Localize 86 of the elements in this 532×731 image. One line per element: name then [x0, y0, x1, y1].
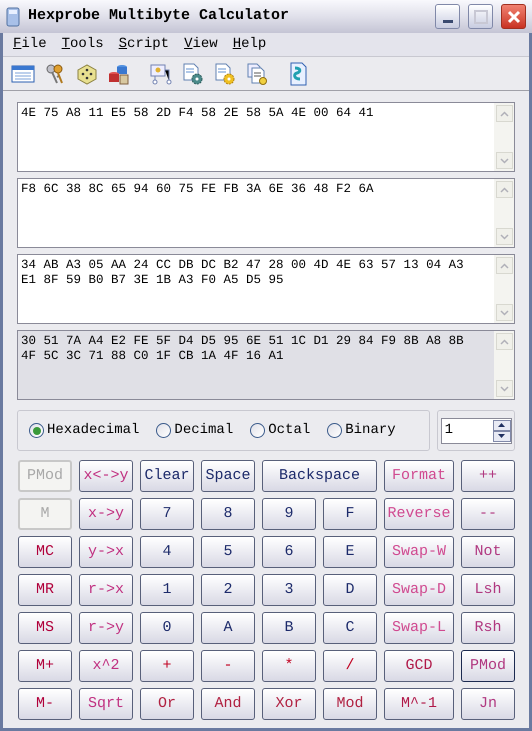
calculator-key[interactable]: x<->y — [79, 460, 133, 492]
app-icon — [6, 6, 20, 26]
window-title: Hexprobe Multibyte Calculator — [28, 6, 290, 26]
hex-text-line: 30 51 7A A4 E2 FE 5F D4 D5 95 6E 51 1C D1 29 84 F9 8B A8 8B — [21, 334, 465, 349]
calculator-key[interactable]: Backspace — [262, 460, 377, 492]
calculator-key[interactable]: r->x — [79, 574, 133, 606]
maximize-button[interactable] — [468, 4, 493, 29]
calculator-key[interactable]: And — [201, 688, 255, 720]
calculator-key[interactable]: * — [262, 650, 316, 682]
calculator-key[interactable]: 0 — [140, 612, 194, 644]
close-button[interactable] — [501, 4, 526, 29]
calculator-key[interactable]: Lsh — [461, 574, 515, 606]
calculator-key[interactable]: Xor — [262, 688, 316, 720]
calculator-key[interactable]: F — [323, 498, 377, 530]
calculator-key[interactable]: M- — [18, 688, 72, 720]
calculator-key[interactable]: Sqrt — [79, 688, 133, 720]
document-gear-icon[interactable] — [181, 62, 205, 86]
hex-text-area[interactable]: 30 51 7A A4 E2 FE 5F D4 D5 95 6E 51 1C D1 29 84 F9 8B A8 8B 4F 5C 3C 71 88 C0 1F CB 1A 4F 16 A1 — [17, 330, 515, 400]
count-spinner[interactable]: 1 — [440, 418, 512, 444]
calculator-key[interactable]: B — [262, 612, 316, 644]
calculator-key[interactable]: -- — [461, 498, 515, 530]
calculator-key[interactable]: Mod — [323, 688, 377, 720]
hex-text-line: 4E 75 A8 11 E5 58 2D F4 58 2E 58 5A 4E 00 64 41 — [21, 106, 375, 121]
menu-item[interactable]: Script — [118, 34, 170, 55]
calculator-key[interactable]: C — [323, 612, 377, 644]
dice-icon[interactable] — [75, 62, 99, 86]
calculator-key[interactable]: E — [323, 536, 377, 568]
calculator-key[interactable]: 8 — [201, 498, 255, 530]
hex-text-area[interactable]: 34 AB A3 05 AA 24 CC DB DC B2 47 28 00 4D 4E 63 57 13 04 A3 E1 8F 59 B0 B7 3E 1B A3 F0 A5 D5 95 — [17, 254, 515, 324]
hex-text-line: E1 8F 59 B0 B7 3E 1B A3 F0 A5 D5 95 — [21, 273, 285, 288]
calculator-key[interactable]: Rsh — [461, 612, 515, 644]
calculator-key[interactable]: M^-1 — [384, 688, 454, 720]
calculator-key[interactable]: PMod — [461, 650, 515, 682]
calculator-key[interactable]: Or — [140, 688, 194, 720]
calculator-key[interactable]: Format — [384, 460, 454, 492]
calculator-key[interactable]: ++ — [461, 460, 515, 492]
hex-text-line: F8 6C 38 8C 65 94 60 75 FE FB 3A 6E 36 48 F2 6A — [21, 182, 375, 197]
calculator-key[interactable]: D — [323, 574, 377, 606]
calculator-key[interactable]: - — [201, 650, 255, 682]
calculator-key[interactable]: Swap-D — [384, 574, 454, 606]
calculator-key[interactable]: 5 — [201, 536, 255, 568]
calculator-key[interactable]: MS — [18, 612, 72, 644]
calculator-key[interactable]: + — [140, 650, 194, 682]
calculator-key[interactable]: x^2 — [79, 650, 133, 682]
calculator-key[interactable]: x->y — [79, 498, 133, 530]
document-gear-icon[interactable] — [213, 62, 237, 86]
calculator-key[interactable]: GCD — [384, 650, 454, 682]
menu-item[interactable]: File — [13, 34, 47, 55]
calculator-key[interactable]: 7 — [140, 498, 194, 530]
hex-text-line: 34 AB A3 05 AA 24 CC DB DC B2 47 28 00 4D 4E 63 57 13 04 A3 — [21, 258, 465, 273]
calculator-key[interactable]: MC — [18, 536, 72, 568]
calculator-key[interactable]: Reverse — [384, 498, 454, 530]
hex-text-area[interactable]: 4E 75 A8 11 E5 58 2D F4 58 2E 58 5A 4E 00 64 41 — [17, 102, 515, 172]
calculator-key[interactable]: 1 — [140, 574, 194, 606]
calculator-key[interactable]: A — [201, 612, 255, 644]
radix-radio[interactable]: Decimal — [156, 420, 234, 441]
calculator-key[interactable]: Space — [201, 460, 255, 492]
calculator-key[interactable]: 4 — [140, 536, 194, 568]
menu-item[interactable]: View — [184, 34, 218, 55]
calculator-key[interactable]: M+ — [18, 650, 72, 682]
calculator-key[interactable]: 3 — [262, 574, 316, 606]
radix-radio[interactable]: Octal — [250, 420, 310, 441]
calculator-key[interactable]: 6 — [262, 536, 316, 568]
menu-item[interactable]: Help — [232, 34, 266, 55]
spin-up-icon[interactable] — [492, 420, 511, 430]
calculator-key[interactable]: 9 — [262, 498, 316, 530]
radix-radio[interactable]: Binary — [327, 420, 396, 441]
calculator-key[interactable]: Swap-W — [384, 536, 454, 568]
calculator-key[interactable]: 2 — [201, 574, 255, 606]
hex-text-area[interactable]: F8 6C 38 8C 65 94 60 75 FE FB 3A 6E 36 48 F2 6A — [17, 178, 515, 248]
calculator-key[interactable]: Swap-L — [384, 612, 454, 644]
radix-radio[interactable]: Hexadecimal — [29, 420, 140, 441]
calculator-key[interactable]: Jn — [461, 688, 515, 720]
calculator-key[interactable]: r->y — [79, 612, 133, 644]
diagram-icon[interactable] — [149, 62, 173, 86]
menu-item[interactable]: Tools — [62, 34, 104, 55]
close-icon[interactable] — [506, 10, 520, 24]
calculator-key[interactable]: Clear — [140, 460, 194, 492]
calculator-key[interactable]: / — [323, 650, 377, 682]
calculator-key[interactable]: Not — [461, 536, 515, 568]
spin-down-icon[interactable] — [492, 430, 511, 442]
minimize-button[interactable] — [435, 4, 460, 29]
hex-text-line: 4F 5C 3C 71 88 C0 1F CB 1A 4F 16 A1 — [21, 349, 285, 364]
document-clock-icon[interactable] — [245, 62, 269, 86]
calculator-key[interactable]: MR — [18, 574, 72, 606]
calculator-key[interactable]: y->x — [79, 536, 133, 568]
